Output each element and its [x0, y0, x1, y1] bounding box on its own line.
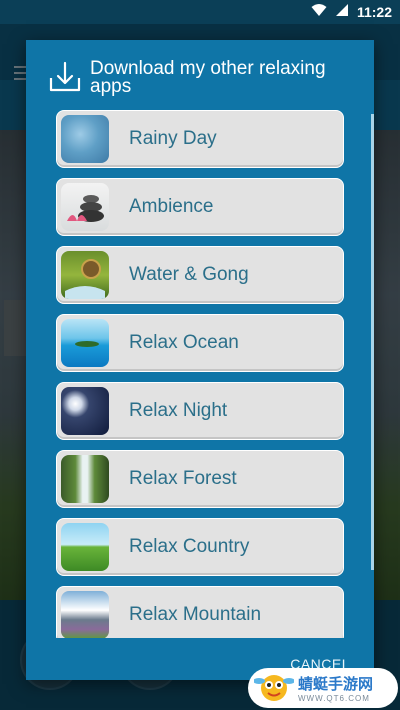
app-item-label: Rainy Day	[129, 128, 217, 149]
app-item-label: Relax Mountain	[129, 604, 262, 625]
download-icon	[48, 60, 82, 94]
app-item-label: Water & Gong	[129, 264, 249, 285]
relax-mountain-thumbnail	[61, 591, 109, 638]
app-item-ambience[interactable]: Ambience	[56, 178, 344, 236]
status-bar: 11:22	[0, 0, 400, 24]
relax-ocean-thumbnail	[61, 319, 109, 367]
app-item-relax-country[interactable]: Relax Country	[56, 518, 344, 576]
app-item-relax-mountain[interactable]: Relax Mountain	[56, 586, 344, 638]
download-apps-dialog: Download my other relaxing apps Rainy Da…	[26, 40, 374, 680]
app-item-label: Relax Country	[129, 536, 250, 557]
relax-forest-thumbnail	[61, 455, 109, 503]
wifi-icon	[311, 3, 327, 20]
app-item-label: Relax Night	[129, 400, 228, 421]
ambience-thumbnail	[61, 183, 109, 231]
relax-country-thumbnail	[61, 523, 109, 571]
app-item-relax-night[interactable]: Relax Night	[56, 382, 344, 440]
dragonfly-logo-icon	[253, 671, 295, 705]
app-item-rainy-day[interactable]: Rainy Day	[56, 110, 344, 168]
list-scrollbar[interactable]	[371, 114, 374, 570]
app-item-relax-forest[interactable]: Relax Forest	[56, 450, 344, 508]
app-item-relax-ocean[interactable]: Relax Ocean	[56, 314, 344, 372]
watermark-url: WWW.QT6.COM	[298, 694, 370, 703]
app-item-label: Relax Forest	[129, 468, 237, 489]
apps-list[interactable]: Rainy Day Ambience Water & Gong Relax Oc…	[56, 110, 344, 638]
relax-night-thumbnail	[61, 387, 109, 435]
dialog-title: Download my other relaxing apps	[90, 58, 326, 97]
battery-icon	[335, 3, 349, 20]
rainy-day-thumbnail	[61, 115, 109, 163]
app-item-water-gong[interactable]: Water & Gong	[56, 246, 344, 304]
dialog-header: Download my other relaxing apps	[48, 58, 354, 100]
app-item-label: Ambience	[129, 196, 214, 217]
app-item-label: Relax Ocean	[129, 332, 239, 353]
watermark-logo: 蜻蜓手游网 WWW.QT6.COM	[248, 668, 398, 708]
watermark-text: 蜻蜓手游网	[298, 676, 374, 693]
water-gong-thumbnail	[61, 251, 109, 299]
status-icons: 11:22	[311, 3, 392, 20]
status-time: 11:22	[356, 3, 392, 20]
